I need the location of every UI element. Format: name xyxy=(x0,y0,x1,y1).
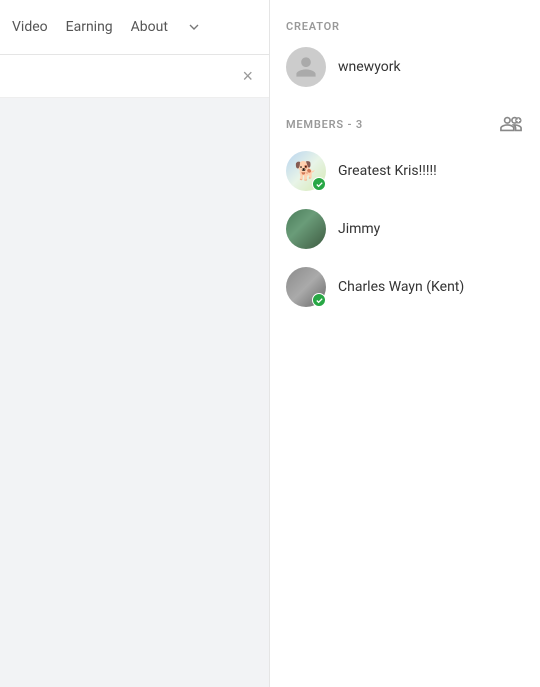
member-avatar-1 xyxy=(286,209,326,249)
person-icon xyxy=(294,55,318,79)
tab-about[interactable]: About xyxy=(131,15,168,39)
creator-name: wnewyork xyxy=(338,59,401,75)
creator-avatar xyxy=(286,47,326,87)
member-row-1: Jimmy xyxy=(286,209,524,249)
member-row-2: Charles Wayn (Kent) xyxy=(286,267,524,307)
close-button[interactable]: × xyxy=(242,67,253,85)
member-avatar-wrap-2 xyxy=(286,267,326,307)
verified-badge-2 xyxy=(312,293,326,307)
add-person-icon xyxy=(500,113,522,135)
members-section-label: MEMBERS - 3 xyxy=(286,118,363,131)
tab-bar: Video Earning About xyxy=(0,0,269,55)
left-content-area xyxy=(0,98,269,687)
member-row: 🐕 Greatest Kris!!!!! xyxy=(286,151,524,191)
member-avatar-wrap-1 xyxy=(286,209,326,249)
creator-row: wnewyork xyxy=(286,47,524,87)
left-panel: Video Earning About × xyxy=(0,0,270,687)
member-name-2: Charles Wayn (Kent) xyxy=(338,279,464,295)
close-bar: × xyxy=(0,55,269,98)
member-avatar-wrap-0: 🐕 xyxy=(286,151,326,191)
tab-more-button[interactable] xyxy=(186,19,202,35)
members-header: MEMBERS - 3 xyxy=(286,111,524,137)
add-member-button[interactable] xyxy=(498,111,524,137)
tab-video[interactable]: Video xyxy=(12,15,48,39)
right-panel: CREATOR wnewyork MEMBERS - 3 🐕 xyxy=(270,0,540,687)
verified-badge-0 xyxy=(312,177,326,191)
tab-earning[interactable]: Earning xyxy=(66,15,113,39)
member-name-1: Jimmy xyxy=(338,221,380,237)
member-name-0: Greatest Kris!!!!! xyxy=(338,163,437,179)
creator-avatar-wrap xyxy=(286,47,326,87)
creator-section-label: CREATOR xyxy=(286,20,524,33)
